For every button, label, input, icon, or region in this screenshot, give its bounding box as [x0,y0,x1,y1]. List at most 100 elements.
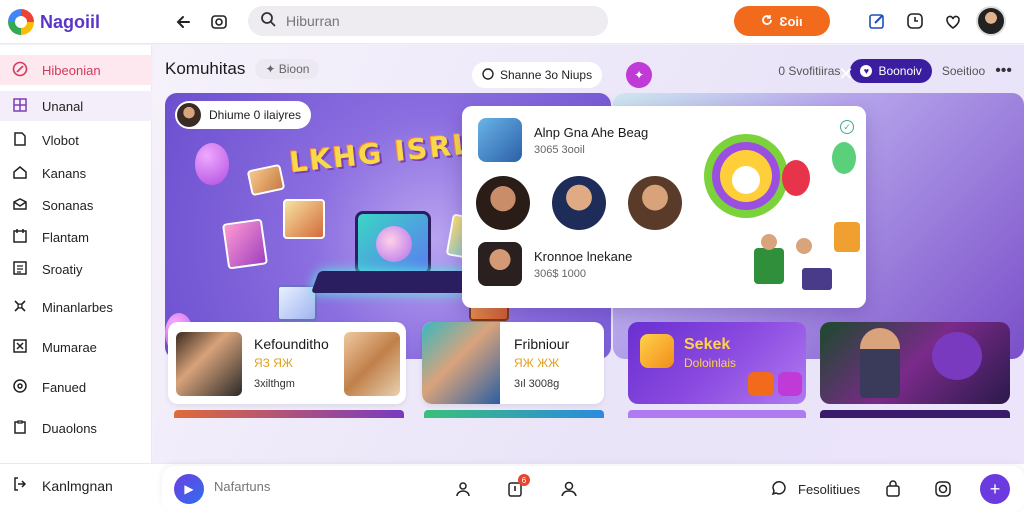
card-meta: 3ıl 3008g [514,378,560,390]
avatar[interactable] [552,176,606,230]
sidebar-item-label: Kanans [42,165,87,181]
sidebar-item-label: Minanlarbes [42,299,113,315]
refresh-icon [761,14,773,29]
content-card-3[interactable] [820,322,1010,404]
logout-icon [12,476,28,495]
sidebar-item-1[interactable]: Unanal [0,91,152,121]
sidebar-item-5[interactable]: Flantam [0,222,152,252]
features-label: Fesolitiues [798,482,861,497]
card-peek [820,410,1010,418]
notification-icon[interactable]: 6 [504,474,530,500]
item-meta: 306$ 1000 [534,267,586,280]
status-text[interactable]: 0 Svofitiiras [778,64,840,78]
home-icon [12,164,28,183]
sidebar-item-6[interactable]: Sroatiy [0,254,152,284]
more-icon[interactable]: ••• [995,62,1012,80]
card-subtitle: ЯЖ ЖЖ [514,356,560,370]
card-photo [422,322,500,404]
sidebar-item-0[interactable]: Hibeonian [0,55,152,85]
search-input[interactable] [286,13,586,29]
sidebar-item-2[interactable]: Vlobot [0,125,152,155]
card-photo [344,332,400,396]
people-icon[interactable] [452,478,474,500]
camera-icon[interactable] [206,9,232,35]
clipboard-icon [12,419,28,438]
bag-icon[interactable] [882,478,904,500]
cta-button[interactable]: Ɛoiι [734,6,830,36]
sidebar-item-9[interactable]: Fanued [0,372,152,402]
document-icon [12,131,28,150]
sidebar-item-label: Unanal [42,98,84,114]
thumbnail [478,118,522,162]
play-icon[interactable]: ▶ [174,474,204,504]
back-arrow-icon[interactable] [170,9,196,35]
sidebar-item-4[interactable]: Sonanas [0,190,152,220]
mascot-illustration [932,332,982,380]
sidebar-footer-label: Kanlmgnan [42,477,113,494]
card-subtitle: Doloinlais [684,356,737,370]
primary-action-button[interactable]: ♥ Boonoiv [850,59,932,83]
card-peek [628,410,806,418]
title-chip[interactable]: ✦ Bioon [255,59,320,79]
target-icon [12,61,28,80]
item-meta: 3065 3ooil [534,143,585,156]
content-card-2[interactable]: Sekek Doloinlais [628,322,806,404]
panel-chip-label: Shanne 3o Niups [500,68,593,82]
chat-icon [482,67,494,83]
search-bar[interactable] [248,6,608,36]
main-actions: 0 Svofitiiras ♥ Boonoiv Soeitioo ••• [778,59,1012,83]
sparkle-icon: ✦ [265,62,279,76]
heart-pin-icon[interactable] [942,10,964,32]
panel-action-button[interactable]: ✦ [626,62,652,88]
secondary-action[interactable]: Soeitioo [942,64,985,78]
card-peek [424,410,604,418]
sidebar-item-label: Vlobot [42,132,79,148]
card-meta: 3xilthgm [254,378,295,390]
sidebar-item-label: Flantam [42,229,89,245]
hero-chip[interactable]: Dhiume 0 ilaiyres [175,101,312,129]
add-button[interactable]: + [980,474,1010,504]
features-button[interactable]: Fesolitiues [770,479,860,500]
camera-icon[interactable] [932,478,954,500]
logo-icon [8,9,34,35]
user-avatar[interactable] [976,6,1006,36]
composer-input[interactable] [214,479,374,494]
card-photo [176,332,242,396]
app-name: Nagoiil [40,11,101,32]
hero-chip-label: Dhiume 0 ilaiyres [209,108,302,122]
panel-chip[interactable]: Shanne 3o Niups [472,62,603,88]
tools-icon [12,298,28,317]
sidebar-item-10[interactable]: Duaolons [0,413,152,443]
avatar[interactable] [476,176,530,230]
composer: ▶ 6 Fesolitiues + [162,466,1024,512]
app-logo[interactable]: Nagoiil [8,9,100,35]
edit-icon[interactable] [866,10,888,32]
sidebar-item-3[interactable]: Kanans [0,158,152,188]
sidebar-item-label: Sroatiy [42,261,83,277]
close-icon[interactable]: ✕ [834,62,858,86]
thumbnail [478,242,522,286]
card-title: Fribniour [514,336,570,352]
calendar-icon [12,228,28,247]
sidebar-item-7[interactable]: Minanlarbes [0,292,152,322]
chat-bubble-icon [770,479,788,500]
list-item[interactable]: Kronnoe lnekane 306$ 1000 [478,242,632,286]
sidebar-footer[interactable]: Kanlmgnan [12,476,113,495]
content-card-0[interactable]: Kefounditho ЯЗ ЯЖ 3xilthgm [168,322,406,404]
page-title: Komuhitas [165,59,246,78]
list-item[interactable]: Alnp Gna Ahe Beag 3065 3ooil [478,118,648,162]
cta-label: Ɛoiι [779,13,803,29]
clock-icon[interactable] [904,10,926,32]
card-title: Sekek [684,336,731,353]
mail-icon [12,196,28,215]
card-peek [174,410,404,418]
item-name: Kronnoe lnekane [534,248,633,264]
profile-icon[interactable] [558,478,580,500]
envelope-icon [640,334,674,368]
item-name: Alnp Gna Ahe Beag [534,124,649,140]
card-title: Kefounditho [254,336,329,352]
avatar[interactable] [628,176,682,230]
sidebar-item-8[interactable]: Mumarae [0,332,152,362]
content-card-1[interactable]: Fribniour ЯЖ ЖЖ 3ıl 3008g [422,322,604,404]
bottom-bar: Kanlmgnan ▶ 6 Fesolitiues + [0,463,1024,512]
